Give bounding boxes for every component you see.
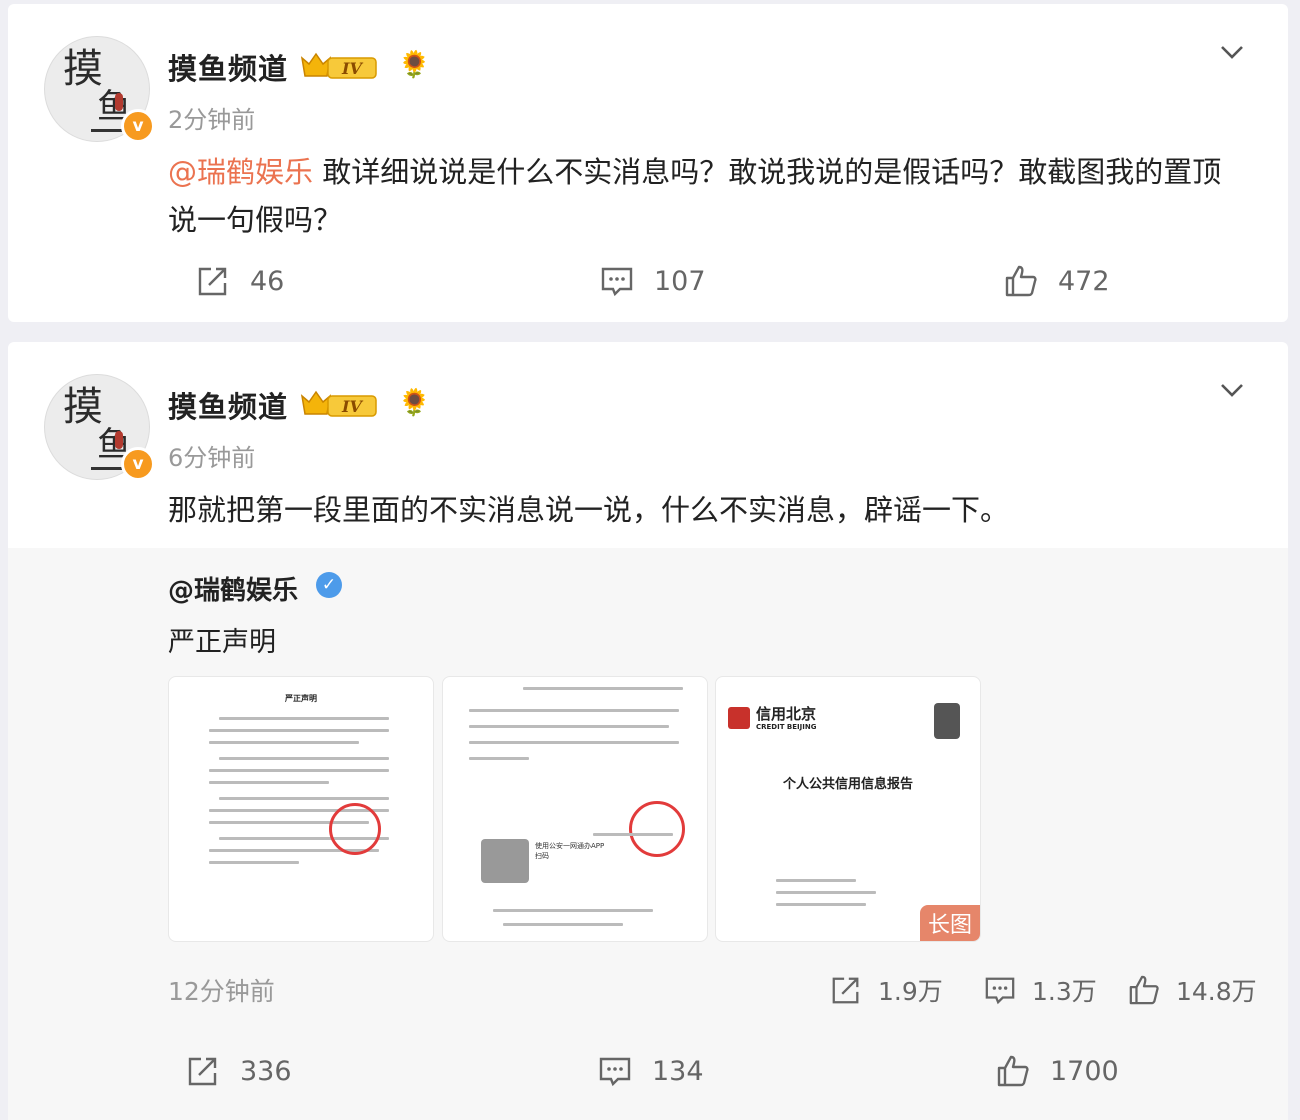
comment-count: 134 bbox=[652, 1055, 704, 1087]
avatar[interactable]: 摸 鱼 v bbox=[44, 36, 155, 143]
report-title: 个人公共信用信息报告 bbox=[782, 777, 913, 792]
like-count: 14.8万 bbox=[1176, 977, 1257, 1006]
level-badge-text: IV bbox=[341, 59, 363, 78]
comment-button[interactable]: 107 bbox=[600, 264, 706, 298]
post-body: 敢详细说说是什么不实消息吗？敢说我说的是假话吗？敢截图我的置顶说一句假吗？ bbox=[168, 155, 1222, 237]
flower-icon: 🌻 bbox=[398, 50, 431, 80]
repost-button[interactable]: 46 bbox=[196, 264, 284, 298]
repost-icon bbox=[198, 267, 227, 296]
repost-time: 12分钟前 bbox=[168, 977, 275, 1006]
like-count: 472 bbox=[1058, 265, 1110, 297]
avatar[interactable]: 摸 鱼 v bbox=[44, 374, 155, 481]
repost-comment-button[interactable]: 1.3万 bbox=[984, 972, 1097, 1008]
image-thumbnail[interactable]: 信用北京 CREDIT BEIJING 个人公共信用信息报告 长图 bbox=[715, 676, 981, 942]
post-time: 6分钟前 bbox=[168, 444, 256, 472]
repost-count: 1.9万 bbox=[878, 977, 943, 1006]
qr-caption: 使用公安一网通办APP扫码 bbox=[535, 842, 605, 860]
author-name[interactable]: 摸鱼频道 bbox=[168, 384, 288, 426]
thumbs-up-icon bbox=[997, 1055, 1029, 1087]
comment-count: 1.3万 bbox=[1032, 977, 1097, 1006]
verified-badge-icon: v bbox=[121, 447, 155, 481]
document-title: 严正声明 bbox=[285, 694, 317, 703]
repost-count: 336 bbox=[240, 1055, 292, 1087]
like-button[interactable]: 1700 bbox=[996, 1054, 1119, 1088]
like-button[interactable]: 472 bbox=[1004, 264, 1110, 298]
image-thumbnail[interactable]: 严正声明 bbox=[168, 676, 434, 942]
seal-stamp bbox=[329, 803, 381, 855]
post-card: 摸 鱼 v 摸鱼频道 IV 🌻 6分钟前 那就把第一段里面的不实消息说一说，什么… bbox=[8, 342, 1288, 1120]
seal-stamp bbox=[629, 801, 685, 857]
reposted-content[interactable]: @瑞鹤娱乐 ✓ 严正声明 严正声明 使用公安一网通办APP扫码 信用北京 CRE… bbox=[8, 548, 1288, 1120]
image-thumbnail[interactable]: 使用公安一网通办APP扫码 bbox=[442, 676, 708, 942]
mention-link[interactable]: @瑞鹤娱乐 bbox=[168, 155, 313, 189]
chevron-down-icon[interactable] bbox=[1218, 38, 1246, 66]
comment-icon bbox=[601, 267, 633, 297]
chevron-down-icon[interactable] bbox=[1218, 376, 1246, 404]
long-image-tag: 长图 bbox=[919, 905, 980, 941]
post-time: 2分钟前 bbox=[168, 106, 256, 134]
thumbs-up-icon bbox=[1005, 265, 1037, 297]
comment-button[interactable]: 134 bbox=[598, 1054, 704, 1088]
repost-button[interactable]: 336 bbox=[186, 1054, 292, 1088]
thumbs-up-icon bbox=[1129, 975, 1159, 1005]
level-crown-icon: IV bbox=[300, 52, 377, 79]
post-card: 摸 鱼 v 摸鱼频道 IV 🌻 2分钟前 @瑞鹤娱乐 敢详细说说是什么不实消息吗… bbox=[8, 4, 1288, 322]
brand-english: CREDIT BEIJING bbox=[756, 723, 817, 731]
repost-repost-button[interactable]: 1.9万 bbox=[830, 972, 943, 1008]
repost-text: 严正声明 bbox=[168, 627, 276, 658]
post-text: 那就把第一段里面的不实消息说一说，什么不实消息，辟谣一下。 bbox=[168, 493, 1010, 527]
flower-icon: 🌻 bbox=[398, 388, 431, 418]
repost-icon bbox=[188, 1057, 217, 1086]
verified-badge-icon: v bbox=[121, 109, 155, 143]
brand-name: 信用北京 bbox=[756, 705, 817, 723]
post-text: @瑞鹤娱乐 敢详细说说是什么不实消息吗？敢说我说的是假话吗？敢截图我的置顶说一句… bbox=[168, 148, 1248, 244]
repost-author[interactable]: @瑞鹤娱乐 bbox=[168, 570, 298, 607]
repost-icon bbox=[832, 977, 859, 1004]
like-count: 1700 bbox=[1050, 1055, 1119, 1087]
comment-count: 107 bbox=[654, 265, 706, 297]
credit-beijing-logo-icon bbox=[728, 707, 750, 729]
repost-like-button[interactable]: 14.8万 bbox=[1128, 972, 1257, 1008]
level-crown-icon: IV bbox=[300, 390, 377, 417]
level-badge-text: IV bbox=[341, 397, 363, 416]
comment-icon bbox=[599, 1057, 631, 1087]
verified-blue-icon: ✓ bbox=[316, 572, 342, 598]
repost-count: 46 bbox=[250, 265, 285, 297]
qr-code-icon bbox=[481, 839, 529, 883]
author-name[interactable]: 摸鱼频道 bbox=[168, 46, 288, 88]
comment-icon bbox=[985, 977, 1015, 1005]
